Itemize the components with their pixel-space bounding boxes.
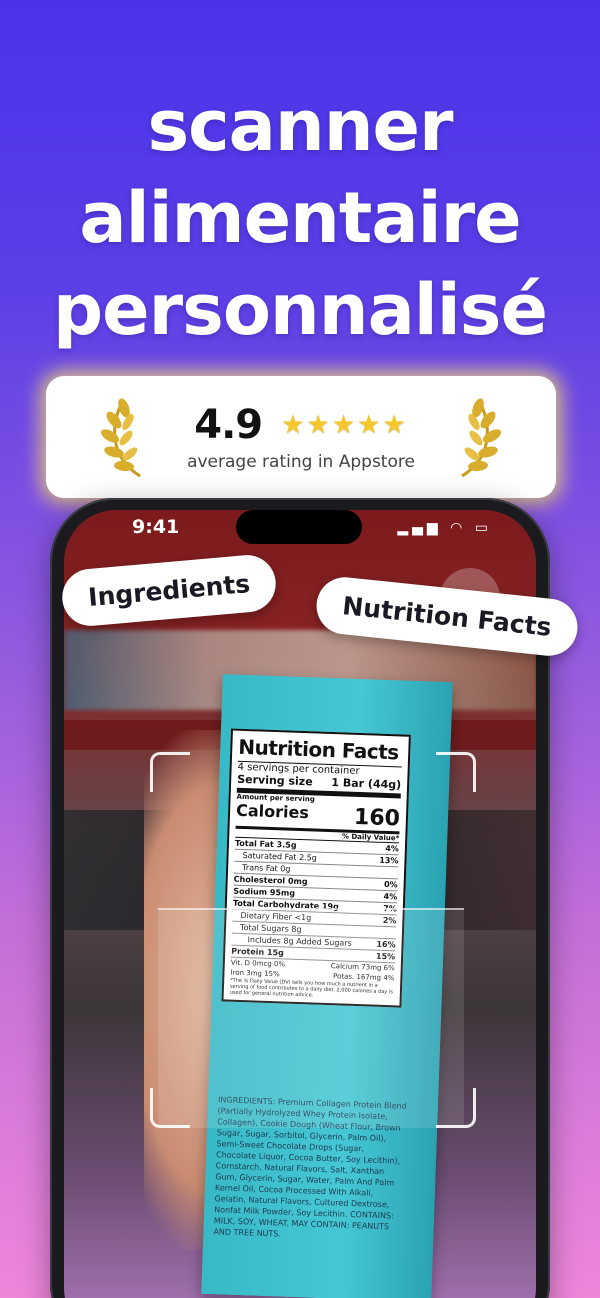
scan-frame-corner	[150, 752, 190, 792]
headline: scanner alimentaire personnalisé	[0, 80, 600, 356]
nutrient-label: Trans Fat 0g	[241, 862, 291, 874]
headline-line-2: alimentaire	[79, 177, 521, 259]
nutrient-label: Saturated Fat 2.5g	[242, 850, 317, 863]
scan-frame-corner	[436, 752, 476, 792]
status-time: 9:41	[132, 516, 180, 538]
scan-frame-corner	[150, 1088, 190, 1128]
nutrient-label: Total Fat 3.5g	[234, 838, 297, 850]
signal-wifi-battery-icon: ▂▄▆ ◠ ▭	[397, 520, 492, 536]
rating-value: 4.9	[194, 402, 263, 448]
rating-card: 4.9 ★★★★★ average rating in Appstore	[46, 376, 556, 498]
serving-size-value: 1 Bar (44g)	[331, 776, 402, 792]
nutrient-label: Sodium 95mg	[233, 886, 296, 898]
nutrient-percent: 4%	[383, 891, 398, 902]
calories-label: Calories	[235, 800, 310, 823]
nutrient-percent: 0%	[383, 879, 398, 890]
serving-size-label: Serving size	[237, 772, 313, 789]
calories-value: 160	[353, 804, 401, 832]
scan-frame-corner	[436, 1088, 476, 1128]
headline-line-3: personnalisé	[53, 269, 548, 351]
nutrient-percent: 4%	[385, 843, 400, 854]
dynamic-island	[236, 510, 362, 544]
scan-line	[158, 908, 464, 1128]
headline-line-1: scanner	[147, 85, 453, 167]
laurel-right-icon	[461, 398, 502, 478]
nutrient-percent: 13%	[379, 855, 399, 866]
star-rating-icon: ★★★★★	[281, 410, 408, 440]
nutrient-label: Cholesterol 0mg	[233, 874, 308, 887]
